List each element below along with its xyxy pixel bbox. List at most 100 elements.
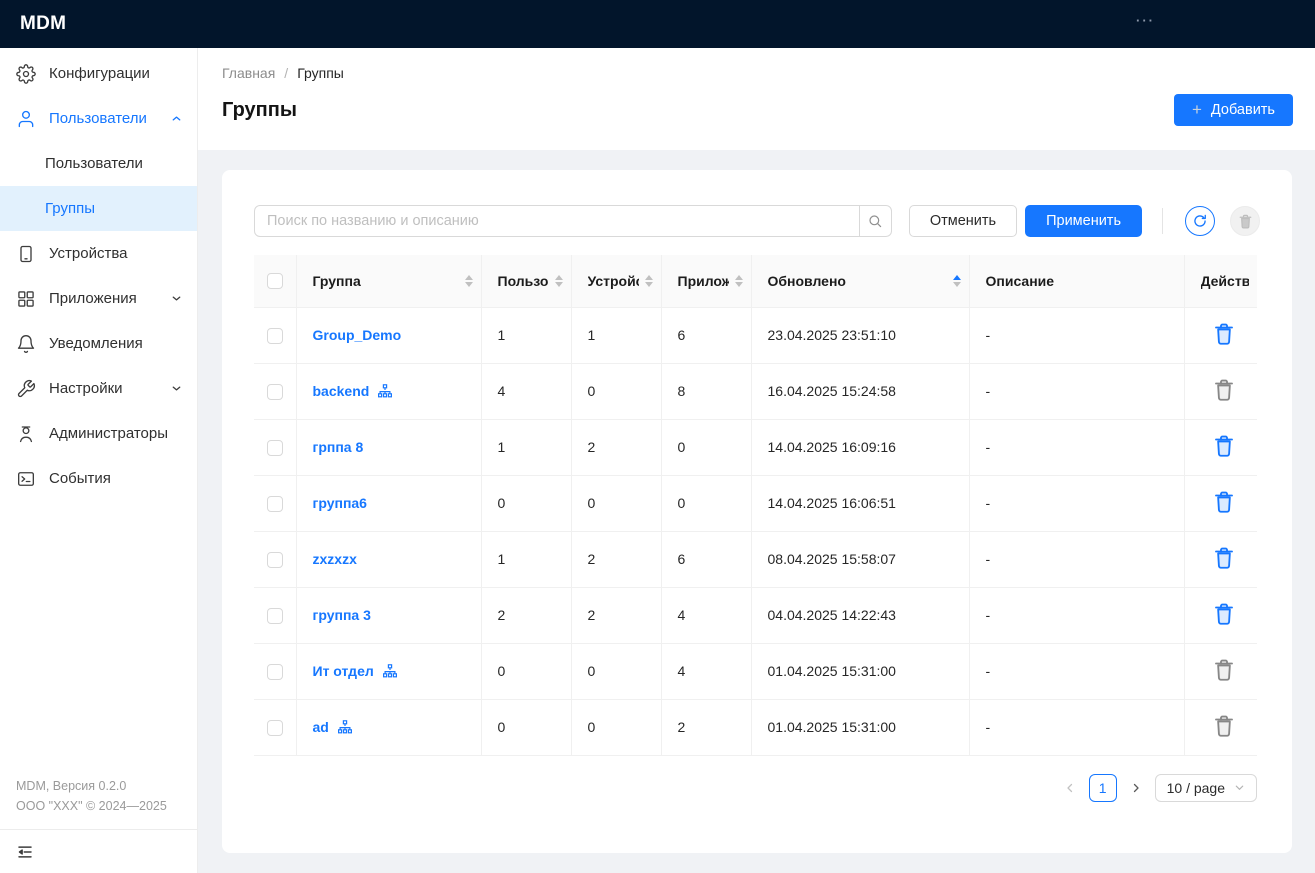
delete-row-button[interactable] — [1211, 377, 1237, 403]
sidebar-item-label: Устройства — [49, 245, 183, 262]
delete-row-button[interactable] — [1211, 433, 1237, 459]
refresh-button[interactable] — [1185, 206, 1215, 236]
description-text: - — [986, 719, 991, 735]
table-row: группа 3 2 2 4 04.04.2025 14:22:43 - — [254, 587, 1257, 643]
row-checkbox[interactable] — [267, 496, 283, 512]
row-checkbox[interactable] — [267, 328, 283, 344]
sidebar-item-applications[interactable]: Приложения — [0, 276, 197, 321]
updated-at: 08.04.2025 15:58:07 — [768, 551, 896, 567]
trash-icon — [1211, 545, 1237, 571]
trash-icon — [1211, 321, 1237, 347]
delete-row-button[interactable] — [1211, 713, 1237, 739]
breadcrumb: Главная / Группы — [222, 65, 1293, 81]
sidebar-item-configurations[interactable]: Конфигурации — [0, 51, 197, 96]
description-text: - — [986, 663, 991, 679]
sort-carets[interactable] — [953, 275, 961, 287]
table-row: zxzxzx 1 2 6 08.04.2025 15:58:07 - — [254, 531, 1257, 587]
select-all-checkbox[interactable] — [267, 273, 283, 289]
search-button[interactable] — [859, 205, 892, 237]
sidebar-item-settings[interactable]: Настройки — [0, 366, 197, 411]
description-text: - — [986, 439, 991, 455]
column-header-apps[interactable]: Приложения — [678, 273, 729, 289]
sidebar-item-label: Пользователи — [45, 155, 143, 172]
sidebar-item-administrators[interactable]: Администраторы — [0, 411, 197, 456]
apply-button[interactable]: Применить — [1025, 205, 1142, 237]
search-box — [254, 205, 892, 237]
row-checkbox[interactable] — [267, 384, 283, 400]
sort-carets[interactable] — [645, 275, 653, 287]
app-logo: MDM — [20, 13, 66, 35]
group-name-link[interactable]: группа6 — [313, 495, 367, 511]
table-row: Ит отдел 0 0 4 01.04.2025 15:31:00 - — [254, 643, 1257, 699]
column-header-actions: Действия — [1201, 273, 1250, 289]
row-checkbox[interactable] — [267, 608, 283, 624]
users-count: 4 — [498, 383, 506, 399]
table-body: Group_Demo 1 1 6 23.04.2025 23:51:10 - b… — [254, 307, 1257, 755]
sidebar-subitem-groups[interactable]: Группы — [0, 186, 197, 231]
delete-row-button[interactable] — [1211, 321, 1237, 347]
sidebar-item-label: Администраторы — [49, 425, 183, 442]
trash-icon — [1211, 657, 1237, 683]
groups-table: Группа Пользователи Устройства Приложени… — [254, 255, 1257, 756]
row-checkbox[interactable] — [267, 664, 283, 680]
group-name-link[interactable]: ad — [313, 719, 329, 735]
collapse-sidebar-button[interactable] — [16, 843, 34, 861]
apps-count: 6 — [678, 551, 686, 567]
pagination-page-1[interactable]: 1 — [1089, 774, 1117, 802]
sidebar-item-devices[interactable]: Устройства — [0, 231, 197, 276]
apps-count: 4 — [678, 607, 686, 623]
sidebar-item-label: Приложения — [49, 290, 157, 307]
column-header-devices[interactable]: Устройства — [588, 273, 639, 289]
sort-carets[interactable] — [465, 275, 473, 287]
sidebar-item-events[interactable]: События — [0, 456, 197, 501]
chevron-down-icon — [170, 382, 183, 395]
table-toolbar: Отменить Применить — [254, 205, 1260, 237]
bulk-delete-button[interactable] — [1230, 206, 1260, 236]
group-name-link[interactable]: Group_Demo — [313, 327, 402, 343]
add-group-button[interactable]: + Добавить — [1174, 94, 1293, 126]
row-checkbox[interactable] — [267, 720, 283, 736]
delete-row-button[interactable] — [1211, 545, 1237, 571]
column-header-description: Описание — [986, 273, 1055, 289]
trash-icon — [1211, 489, 1237, 515]
group-name-link[interactable]: Ит отдел — [313, 663, 374, 679]
group-name-link[interactable]: zxzxzx — [313, 551, 357, 567]
group-name-link[interactable]: грппа 8 — [313, 439, 364, 455]
pagination-next-button[interactable] — [1128, 780, 1144, 796]
table-row: группа6 0 0 0 14.04.2025 16:06:51 - — [254, 475, 1257, 531]
users-count: 0 — [498, 663, 506, 679]
users-count: 1 — [498, 551, 506, 567]
menu-fold-icon — [16, 843, 34, 861]
row-checkbox[interactable] — [267, 552, 283, 568]
sidebar-item-notifications[interactable]: Уведомления — [0, 321, 197, 366]
sort-carets[interactable] — [555, 275, 563, 287]
delete-row-button[interactable] — [1211, 657, 1237, 683]
sidebar-item-users-parent[interactable]: Пользователи — [0, 96, 197, 141]
row-checkbox[interactable] — [267, 440, 283, 456]
chevron-right-icon — [1130, 782, 1142, 794]
search-input[interactable] — [254, 205, 860, 237]
delete-row-button[interactable] — [1211, 489, 1237, 515]
column-header-updated[interactable]: Обновлено — [768, 273, 846, 289]
group-name-link[interactable]: backend — [313, 383, 370, 399]
sort-carets[interactable] — [735, 275, 743, 287]
cancel-button[interactable]: Отменить — [909, 205, 1017, 237]
bell-icon — [16, 334, 36, 354]
trash-icon — [1237, 213, 1254, 230]
breadcrumb-home-link[interactable]: Главная — [222, 65, 275, 81]
chevron-left-icon — [1064, 782, 1076, 794]
column-header-group[interactable]: Группа — [313, 273, 361, 289]
header-overflow-menu[interactable]: ··· — [1136, 13, 1155, 28]
group-name-link[interactable]: группа 3 — [313, 607, 371, 623]
groups-card: Отменить Применить — [222, 170, 1292, 853]
sidebar-subitem-users[interactable]: Пользователи — [0, 141, 197, 186]
users-count: 0 — [498, 719, 506, 735]
plus-icon: + — [1192, 101, 1202, 118]
page-size-select[interactable]: 10 / page — [1155, 774, 1257, 802]
delete-row-button[interactable] — [1211, 601, 1237, 627]
devices-count: 0 — [588, 495, 596, 511]
sidebar: Конфигурации Пользователи Пользователи Г… — [0, 48, 198, 873]
pagination-prev-button[interactable] — [1062, 780, 1078, 796]
updated-at: 01.04.2025 15:31:00 — [768, 719, 896, 735]
column-header-users[interactable]: Пользователи — [498, 273, 549, 289]
